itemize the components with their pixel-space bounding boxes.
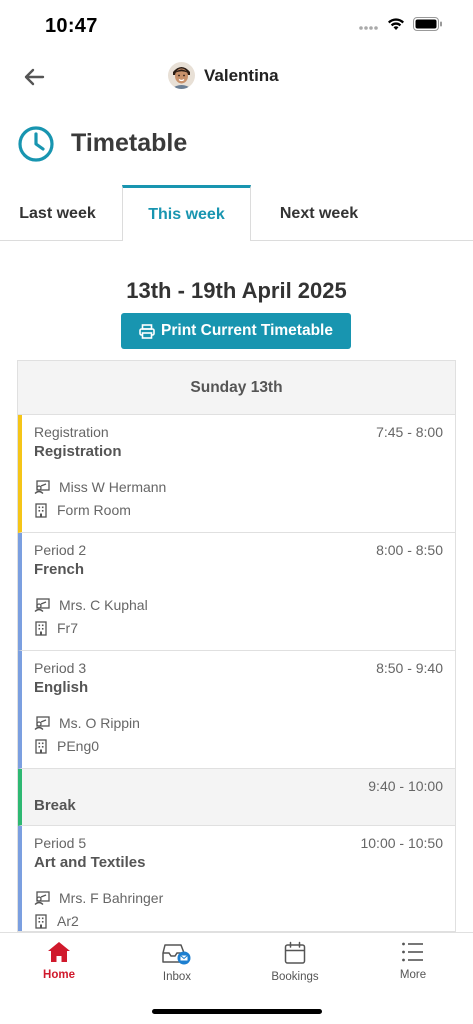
nav-bar: Valentina	[0, 52, 473, 102]
avatar	[168, 62, 195, 89]
signal-icon	[359, 18, 379, 36]
lesson-card[interactable]: Period 5 10:00 - 10:50 Art and Textiles …	[18, 826, 455, 931]
lesson-period: Period 3	[34, 660, 87, 676]
user-switcher[interactable]: Valentina	[168, 62, 279, 89]
teacher-name: Mrs. C Kuphal	[59, 597, 148, 613]
back-button[interactable]	[18, 62, 50, 92]
nav-more[interactable]: More	[354, 941, 472, 981]
day-header: Sunday 13th	[18, 361, 455, 415]
nav-home[interactable]: Home	[0, 941, 118, 981]
lesson-time: 8:00 - 8:50	[376, 542, 443, 558]
lesson-time: 9:40 - 10:00	[368, 778, 443, 794]
lesson-teacher: Miss W Hermann	[34, 479, 166, 495]
lesson-subject: French	[34, 561, 85, 578]
teacher-name: Mrs. F Bahringer	[59, 890, 164, 906]
lesson-room: PEng0	[34, 738, 99, 754]
status-icons	[359, 17, 443, 36]
building-icon	[35, 620, 47, 636]
teacher-icon	[34, 716, 50, 730]
lesson-time: 7:45 - 8:00	[376, 424, 443, 440]
teacher-icon	[34, 480, 50, 494]
teacher-name: Miss W Hermann	[59, 479, 167, 495]
nav-bookings-label: Bookings	[271, 971, 319, 983]
inbox-icon	[162, 944, 191, 965]
room-name: Form Room	[57, 502, 131, 518]
teacher-name: Ms. O Rippin	[59, 715, 140, 731]
week-tabs: Last week This week Next week	[0, 185, 473, 241]
room-name: PEng0	[57, 738, 100, 754]
nav-home-label: Home	[43, 969, 75, 981]
home-indicator	[152, 1009, 322, 1014]
nav-inbox-label: Inbox	[162, 971, 192, 983]
page-header: Timetable	[0, 120, 473, 170]
building-icon	[35, 502, 47, 518]
lesson-subject: Registration	[34, 443, 122, 460]
calendar-icon	[284, 941, 306, 964]
user-name: Valentina	[204, 65, 279, 85]
status-bar: 10:47	[0, 0, 473, 52]
menu-icon	[402, 942, 423, 962]
nav-inbox[interactable]: Inbox	[118, 941, 236, 983]
lesson-teacher: Mrs. F Bahringer	[34, 890, 163, 906]
clock-icon	[18, 126, 54, 162]
print-button-label: Print Current Timetable	[161, 322, 333, 339]
break-card[interactable]: 9:40 - 10:00 Break	[18, 769, 455, 826]
lesson-card[interactable]: Period 2 8:00 - 8:50 French Mrs. C Kupha…	[18, 533, 455, 651]
tab-next-week[interactable]: Next week	[258, 186, 380, 241]
tab-this-week[interactable]: This week	[122, 185, 251, 241]
lesson-time: 8:50 - 9:40	[376, 660, 443, 676]
lesson-subject: Art and Textiles	[34, 854, 146, 871]
lesson-subject: English	[34, 679, 89, 696]
week-range: 13th - 19th April 2025	[126, 278, 347, 303]
tab-last-week[interactable]: Last week	[0, 186, 115, 241]
print-timetable-button[interactable]: Print Current Timetable	[121, 313, 351, 349]
nav-more-label: More	[399, 969, 427, 981]
home-icon	[48, 942, 70, 962]
lesson-card[interactable]: Registration 7:45 - 8:00 Registration Mi…	[18, 415, 455, 533]
timetable: Sunday 13th Registration 7:45 - 8:00 Reg…	[17, 360, 456, 932]
room-name: Ar2	[57, 913, 79, 929]
lesson-teacher: Ms. O Rippin	[34, 715, 140, 731]
teacher-icon	[34, 891, 50, 905]
nav-bookings[interactable]: Bookings	[236, 941, 354, 983]
lesson-teacher: Mrs. C Kuphal	[34, 597, 148, 613]
wifi-icon	[387, 17, 405, 36]
page-title: Timetable	[71, 129, 188, 157]
printer-icon	[139, 323, 155, 339]
back-arrow-icon	[24, 68, 45, 86]
lesson-period: Period 2	[34, 542, 87, 558]
room-name: Fr7	[57, 620, 78, 636]
battery-icon	[413, 17, 443, 36]
lesson-subject: Break	[34, 797, 76, 814]
lesson-period: Registration	[34, 424, 109, 440]
lesson-period: Period 5	[34, 835, 87, 851]
lesson-card[interactable]: Period 3 8:50 - 9:40 English Ms. O Rippi…	[18, 651, 455, 769]
building-icon	[35, 913, 47, 929]
teacher-icon	[34, 598, 50, 612]
lesson-room: Ar2	[34, 913, 79, 929]
lesson-room: Form Room	[34, 502, 131, 518]
lesson-room: Fr7	[34, 620, 78, 636]
status-time: 10:47	[45, 15, 98, 37]
building-icon	[35, 738, 47, 754]
lesson-time: 10:00 - 10:50	[360, 835, 443, 851]
